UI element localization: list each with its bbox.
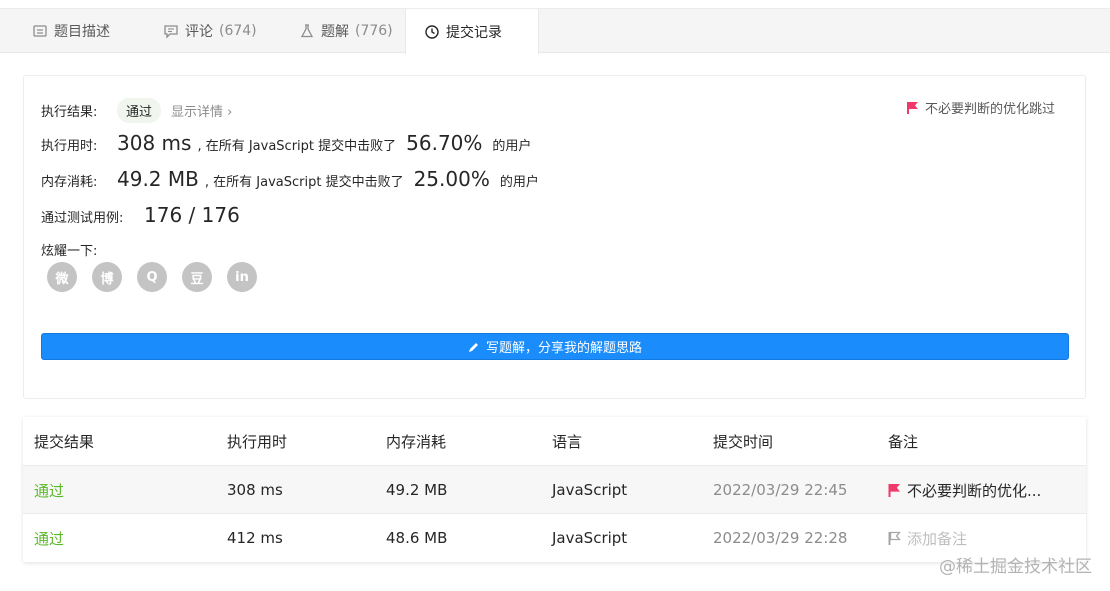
runtime-label: 执行用时: <box>41 139 98 154</box>
douban-icon[interactable]: 豆 <box>182 262 212 292</box>
runtime-row: 执行用时: 308 ms , 在所有 JavaScript 提交中击败了 56.… <box>41 131 531 155</box>
clock-icon <box>425 24 439 39</box>
watermark: @稀土掘金技术社区 <box>939 557 1092 577</box>
tab-count: (776) <box>355 23 393 39</box>
header-submit-time: 提交时间 <box>713 432 774 451</box>
runtime-suffix: 的用户 <box>492 139 532 154</box>
weibo-icon[interactable]: 博 <box>92 262 122 292</box>
status-badge: 通过 <box>117 98 162 123</box>
comment-icon <box>164 25 178 39</box>
result-card: 执行结果: 通过 显示详情 › 不必要判断的优化跳过 执行用时: 308 ms … <box>23 75 1086 399</box>
flag-icon <box>906 101 918 114</box>
tab-description[interactable]: 题目描述 <box>14 9 128 53</box>
result-link[interactable]: 通过 <box>34 514 64 562</box>
pencil-icon <box>468 342 478 352</box>
share-label: 炫耀一下: <box>41 244 98 259</box>
header-runtime: 执行用时 <box>227 432 288 451</box>
share-icons: 微 博 Q 豆 in <box>47 262 257 292</box>
flag-icon <box>888 483 900 497</box>
note-text: 不必要判断的优化... <box>907 481 1042 500</box>
memory-desc: , 在所有 JavaScript 提交中击败了 <box>204 175 404 190</box>
tab-submissions[interactable]: 提交记录 <box>405 9 539 54</box>
note-text: 不必要判断的优化跳过 <box>924 102 1055 117</box>
tab-label: 评论 <box>185 24 213 40</box>
flag-outline-icon <box>888 531 901 545</box>
runtime-percent: 56.70% <box>406 131 483 155</box>
wechat-icon[interactable]: 微 <box>47 262 77 292</box>
runtime-value: 308 ms <box>117 131 192 155</box>
header-language: 语言 <box>552 432 583 451</box>
tab-label: 题目描述 <box>54 24 110 40</box>
runtime-cell: 412 ms <box>227 529 283 547</box>
submit-time-cell: 2022/03/29 22:28 <box>713 529 848 547</box>
runtime-cell: 308 ms <box>227 481 283 499</box>
memory-row: 内存消耗: 49.2 MB , 在所有 JavaScript 提交中击败了 25… <box>41 167 539 191</box>
header-result: 提交结果 <box>34 432 95 451</box>
memory-percent: 25.00% <box>413 167 490 191</box>
result-row: 执行结果: 通过 显示详情 › <box>41 98 232 123</box>
note-flag[interactable]: 不必要判断的优化跳过 <box>906 98 1055 117</box>
write-solution-button[interactable]: 写题解，分享我的解题思路 <box>41 333 1069 360</box>
linkedin-icon[interactable]: in <box>227 262 257 292</box>
result-link[interactable]: 通过 <box>34 466 64 514</box>
memory-label: 内存消耗: <box>41 175 98 190</box>
testcases-label: 通过测试用例: <box>41 211 124 226</box>
tab-label: 题解 <box>321 24 349 40</box>
show-details-link[interactable]: 显示详情 › <box>171 101 232 120</box>
table-row[interactable]: 通过 308 ms 49.2 MB JavaScript 2022/03/29 … <box>23 465 1086 513</box>
memory-cell: 48.6 MB <box>386 529 448 547</box>
tab-count: (674) <box>219 23 257 39</box>
submissions-table: 提交结果 执行用时 内存消耗 语言 提交时间 备注 通过 308 ms 49.2… <box>23 417 1086 562</box>
memory-value: 49.2 MB <box>117 167 199 191</box>
write-solution-label: 写题解，分享我的解题思路 <box>485 341 642 356</box>
testcases-row: 通过测试用例: 176 / 176 <box>41 203 240 227</box>
runtime-desc: , 在所有 JavaScript 提交中击败了 <box>197 139 397 154</box>
language-cell: JavaScript <box>552 529 628 547</box>
tab-label: 提交记录 <box>446 24 502 41</box>
flask-icon <box>300 24 314 38</box>
description-icon <box>33 25 47 37</box>
table-header: 提交结果 执行用时 内存消耗 语言 提交时间 备注 <box>23 417 1086 465</box>
tab-solutions[interactable]: 题解 (776) <box>281 9 411 53</box>
share-row: 炫耀一下: <box>41 240 97 259</box>
memory-suffix: 的用户 <box>499 175 539 190</box>
memory-cell: 49.2 MB <box>386 481 448 499</box>
language-cell: JavaScript <box>552 481 628 499</box>
add-note-text: 添加备注 <box>907 529 968 548</box>
testcases-value: 176 / 176 <box>144 203 240 227</box>
qq-icon[interactable]: Q <box>137 262 167 292</box>
note-cell[interactable]: 不必要判断的优化... <box>888 466 1041 514</box>
header-note: 备注 <box>888 432 919 451</box>
result-label: 执行结果: <box>41 105 98 120</box>
tab-comments[interactable]: 评论 (674) <box>145 9 275 53</box>
table-row[interactable]: 通过 412 ms 48.6 MB JavaScript 2022/03/29 … <box>23 513 1086 561</box>
submit-time-cell: 2022/03/29 22:45 <box>713 481 848 499</box>
tab-bar: 题目描述 评论 (674) 题解 (776) 提交记录 <box>0 8 1110 54</box>
header-memory: 内存消耗 <box>386 432 447 451</box>
